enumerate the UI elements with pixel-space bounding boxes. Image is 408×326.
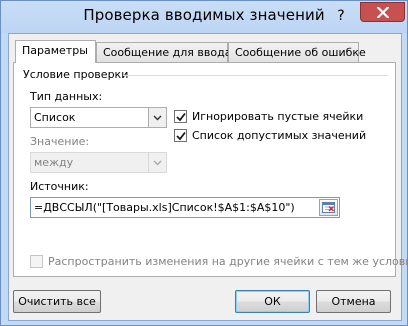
- data-type-value: Список: [34, 111, 76, 124]
- data-type-label: Тип данных:: [30, 90, 103, 103]
- chevron-down-icon: [153, 160, 162, 166]
- checkmark-icon: [176, 131, 186, 141]
- in-cell-dropdown-checkbox[interactable]: [174, 129, 187, 142]
- apply-to-all-checkbox: [30, 255, 43, 268]
- source-label: Источник:: [30, 180, 89, 193]
- range-select-icon: [322, 202, 335, 213]
- validation-criteria-heading: Условие проверки: [23, 68, 129, 81]
- close-icon: [377, 7, 389, 18]
- ignore-blank-checkbox[interactable]: [174, 110, 187, 123]
- checkmark-icon: [176, 112, 186, 122]
- close-button[interactable]: [360, 2, 405, 22]
- dialog-window: Проверка вводимых значений ? Параметры С…: [0, 0, 408, 326]
- tab-error-alert[interactable]: Сообщение об ошибке: [228, 42, 366, 62]
- dialog-client-area: Параметры Сообщение для ввода Сообщение …: [8, 33, 408, 321]
- tab-input-message[interactable]: Сообщение для ввода: [96, 42, 231, 62]
- in-cell-dropdown-label: Список допустимых значений: [192, 129, 367, 142]
- value-select: между: [30, 152, 167, 173]
- value-dropdown-button: [148, 153, 166, 172]
- chevron-down-icon: [153, 115, 162, 121]
- settings-panel: Условие проверки Тип данных: Список Игно…: [13, 62, 408, 277]
- ignore-blank-label: Игнорировать пустые ячейки: [192, 110, 364, 123]
- data-type-select[interactable]: Список: [30, 107, 167, 128]
- tab-settings[interactable]: Параметры: [15, 40, 96, 63]
- title-bar[interactable]: Проверка вводимых значений ?: [1, 1, 407, 33]
- value-label: Значение:: [30, 135, 90, 148]
- apply-to-all-label: Распространить изменения на другие ячейк…: [48, 255, 408, 268]
- source-input[interactable]: =ДВССЫЛ("[Товары.xls]Список!$A$1:$A$10"): [30, 197, 340, 218]
- data-type-dropdown-button[interactable]: [148, 108, 166, 127]
- group-divider: [123, 75, 388, 76]
- source-formula: =ДВССЫЛ("[Товары.xls]Список!$A$1:$A$10"): [34, 201, 295, 214]
- collapse-dialog-button[interactable]: [319, 199, 338, 216]
- cancel-button[interactable]: Отмена: [316, 290, 391, 313]
- help-button[interactable]: ?: [334, 8, 348, 24]
- ok-button[interactable]: ОК: [235, 290, 310, 313]
- clear-all-button[interactable]: Очистить все: [13, 290, 101, 313]
- value-operator: между: [34, 156, 74, 169]
